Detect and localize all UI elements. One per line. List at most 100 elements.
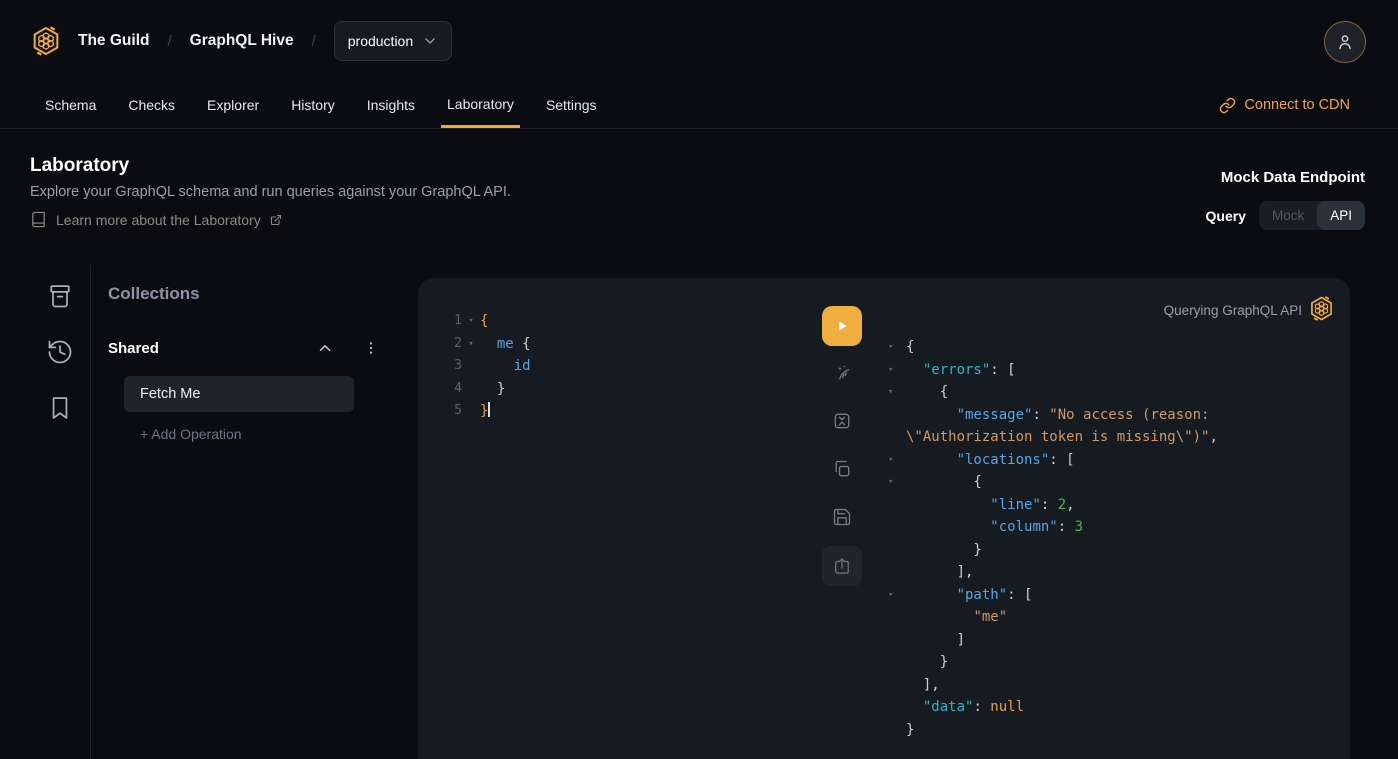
link-icon	[1219, 97, 1236, 114]
line-number: 1	[442, 310, 462, 333]
hive-logo-small-icon	[1308, 295, 1335, 322]
code-line: "data": null	[906, 696, 1024, 719]
endpoint-option-api[interactable]: API	[1317, 201, 1365, 230]
fold-icon	[885, 651, 906, 674]
kebab-icon	[363, 340, 379, 356]
fold-icon	[885, 539, 906, 562]
project-link[interactable]: GraphQL Hive	[190, 32, 294, 50]
code-line: }	[906, 719, 914, 742]
breadcrumb-separator: /	[167, 33, 171, 50]
fold-icon	[885, 404, 906, 427]
nav-tabs: Schema Checks Explorer History Insights Labor…	[39, 82, 603, 128]
chevron-up-icon	[316, 339, 334, 357]
bookmark-icon[interactable]	[46, 394, 74, 422]
response-viewer: ▾{▾ "errors": [▾ { "message": "No access…	[885, 336, 1218, 741]
hive-logo-icon[interactable]	[30, 25, 62, 57]
top-header: The Guild / GraphQL Hive / production	[0, 0, 1398, 82]
fold-icon[interactable]: ▾	[885, 471, 906, 494]
code-line: "me"	[906, 606, 1007, 629]
user-avatar[interactable]	[1324, 21, 1366, 63]
endpoint-option-mock[interactable]: Mock	[1259, 201, 1317, 230]
fold-icon[interactable]: ▾	[462, 310, 480, 333]
tab-checks[interactable]: Checks	[122, 82, 181, 128]
text-cursor	[488, 402, 490, 417]
line-number: 4	[442, 378, 462, 401]
page-title: Laboratory	[30, 155, 129, 177]
fold-icon	[885, 561, 906, 584]
history-icon[interactable]	[46, 338, 74, 366]
fold-icon[interactable]: ▾	[885, 449, 906, 472]
fold-icon	[885, 719, 906, 742]
fold-icon	[885, 674, 906, 697]
prettify-button[interactable]	[832, 363, 852, 383]
external-link-icon	[270, 214, 282, 226]
fold-icon	[885, 696, 906, 719]
person-icon	[1335, 32, 1355, 52]
code-line: {	[906, 381, 948, 404]
code-line: "message": "No access (reason:	[906, 404, 1209, 427]
rail-divider	[90, 265, 91, 759]
line-number: 5	[442, 400, 462, 423]
code-line: ],	[906, 561, 973, 584]
code-line: }	[906, 539, 982, 562]
fold-icon[interactable]: ▾	[885, 381, 906, 404]
merge-icon	[832, 411, 852, 431]
play-icon	[834, 318, 850, 334]
target-selector-label: production	[348, 33, 413, 49]
breadcrumb: The Guild / GraphQL Hive / production	[78, 0, 452, 82]
chevron-down-icon	[422, 33, 438, 49]
fold-icon	[885, 516, 906, 539]
breadcrumb-separator: /	[312, 33, 316, 50]
learn-more-link[interactable]: Learn more about the Laboratory	[30, 211, 282, 228]
endpoint-toggle: MockAPI	[1259, 201, 1365, 230]
org-link[interactable]: The Guild	[78, 32, 149, 50]
code-line: "errors": [	[906, 359, 1016, 382]
code-line: id	[480, 355, 531, 378]
fold-icon[interactable]: ▾	[885, 584, 906, 607]
prettify-icon	[832, 363, 852, 383]
line-number: 3	[442, 355, 462, 378]
share-button[interactable]	[822, 546, 862, 586]
code-line: ],	[906, 674, 940, 697]
line-number: 2	[442, 333, 462, 356]
collapse-group-button[interactable]	[314, 337, 336, 359]
execute-query-button[interactable]	[822, 306, 862, 346]
fold-icon	[462, 400, 480, 423]
merge-fragments-button[interactable]	[832, 411, 852, 431]
target-selector[interactable]: production	[334, 21, 452, 61]
fold-icon	[885, 494, 906, 517]
tab-explorer[interactable]: Explorer	[201, 82, 265, 128]
collection-item[interactable]: Fetch Me	[124, 376, 354, 412]
group-menu-button[interactable]	[362, 337, 380, 359]
add-operation-button[interactable]: + Add Operation	[140, 426, 242, 442]
code-line: }	[480, 400, 490, 423]
fold-icon[interactable]: ▾	[462, 333, 480, 356]
fold-icon	[885, 629, 906, 652]
page-subtitle: Explore your GraphQL schema and run quer…	[30, 184, 511, 200]
tab-settings[interactable]: Settings	[540, 82, 603, 128]
code-line: {	[906, 471, 982, 494]
connect-cdn-label: Connect to CDN	[1244, 97, 1350, 113]
docs-archive-icon[interactable]	[46, 282, 74, 310]
copy-query-button[interactable]	[832, 459, 852, 479]
mock-endpoint-section: Mock Data Endpoint Query MockAPI	[1206, 169, 1366, 230]
tab-laboratory[interactable]: Laboratory	[441, 82, 520, 128]
collection-items: Fetch Me	[124, 376, 354, 412]
fold-icon	[885, 426, 906, 449]
code-line: }	[906, 651, 948, 674]
query-label: Query	[1206, 208, 1246, 224]
connect-cdn-link[interactable]: Connect to CDN	[1219, 82, 1350, 128]
fold-icon[interactable]: ▾	[885, 336, 906, 359]
save-button[interactable]	[832, 507, 852, 527]
share-icon	[832, 556, 852, 576]
tab-history[interactable]: History	[285, 82, 341, 128]
fold-icon	[885, 606, 906, 629]
main-nav: Schema Checks Explorer History Insights Labor…	[0, 82, 1398, 129]
collections-title: Collections	[108, 284, 200, 304]
fold-icon[interactable]: ▾	[885, 359, 906, 382]
query-editor[interactable]: 1▾{2▾ me {3 id4 }5}	[442, 310, 531, 423]
tab-schema[interactable]: Schema	[39, 82, 102, 128]
response-status: Querying GraphQL API	[1164, 303, 1302, 318]
fold-icon	[462, 378, 480, 401]
tab-insights[interactable]: Insights	[361, 82, 421, 128]
